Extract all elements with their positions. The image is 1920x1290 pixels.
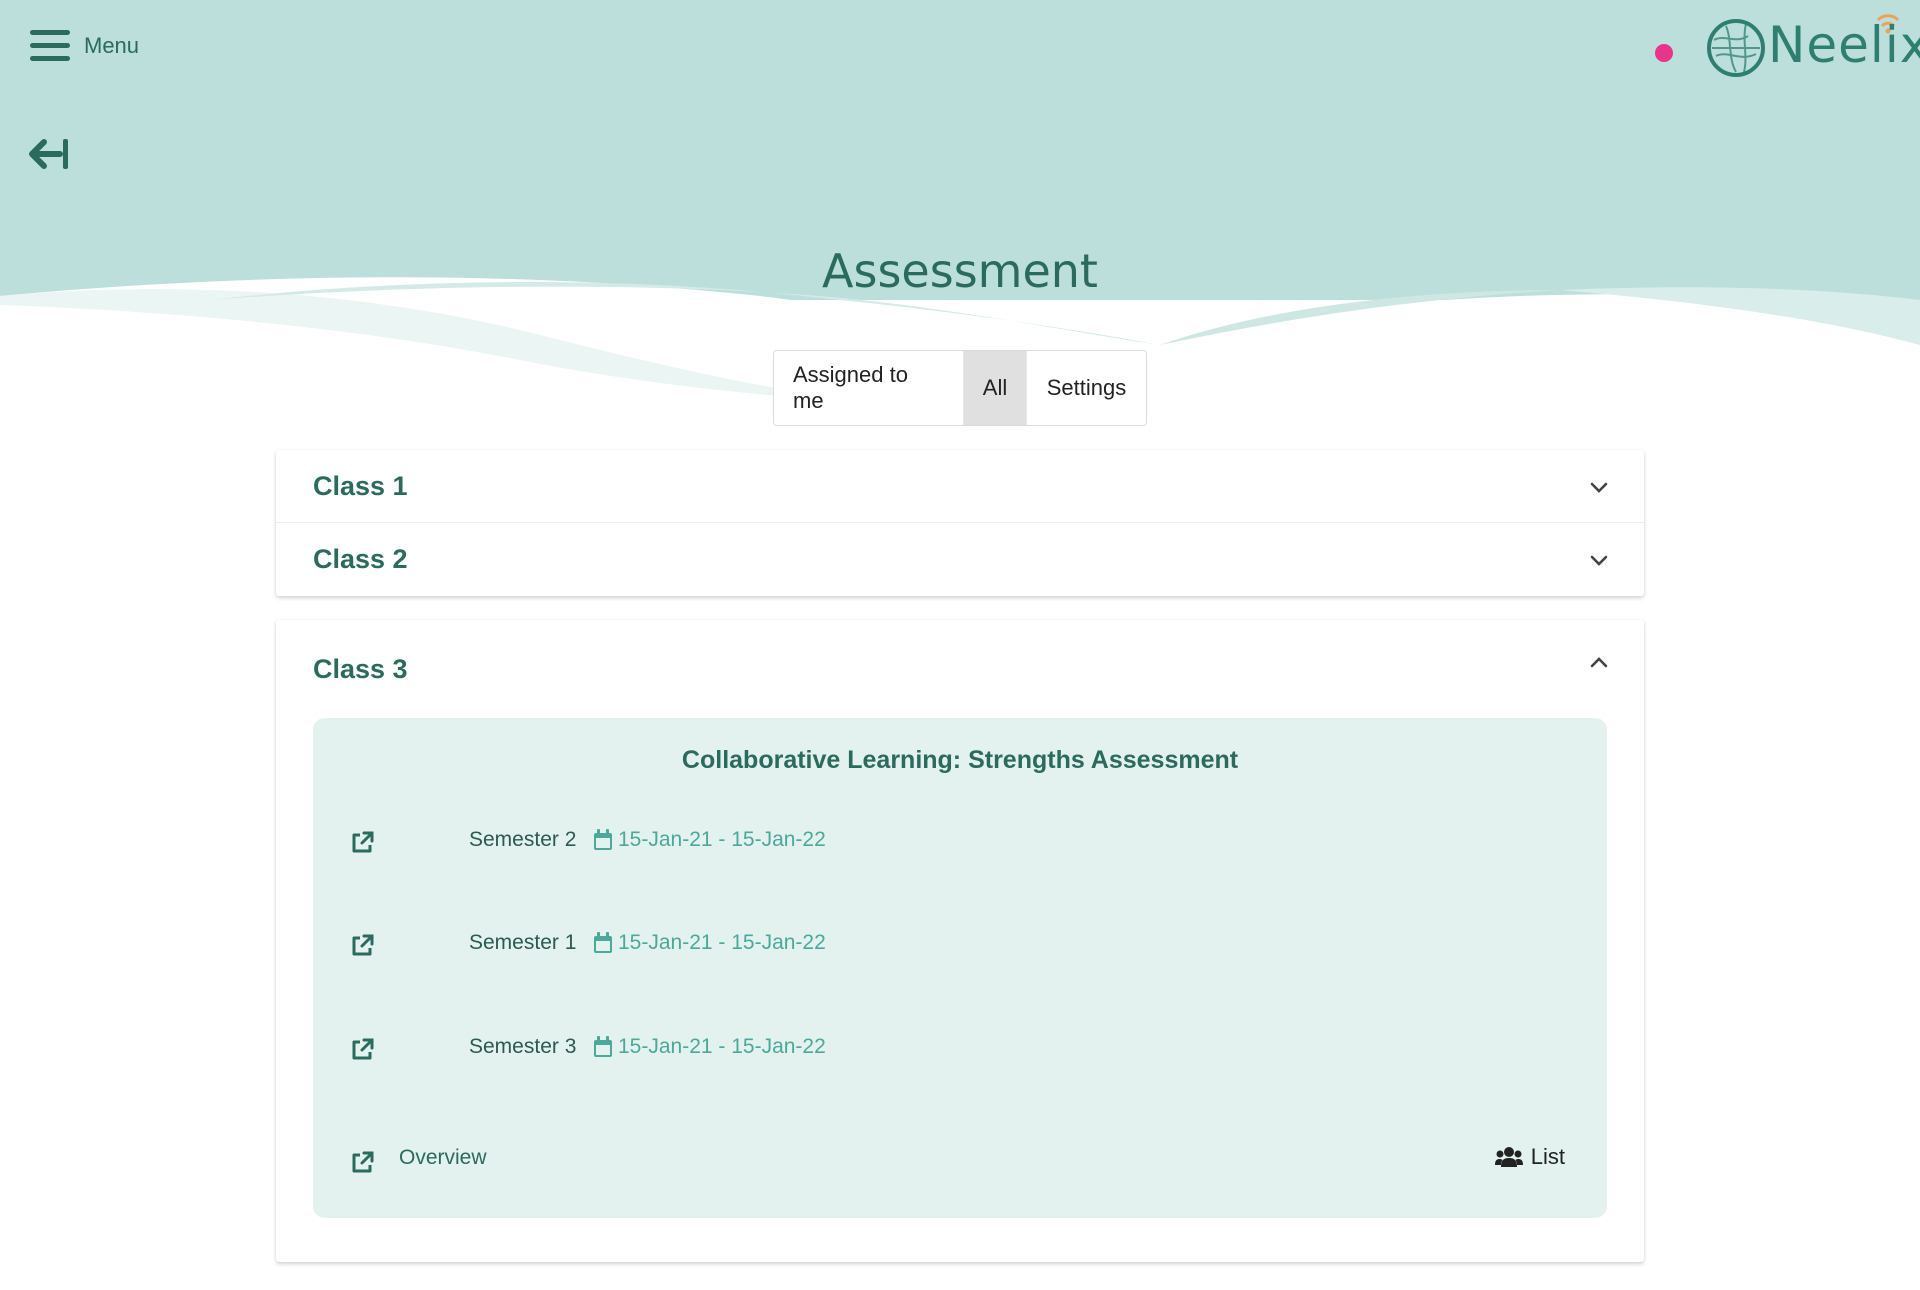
external-link-icon[interactable] [349,933,375,959]
session-row-semester-3: Semester 3 15-Jan-21 - 15-Jan-22 [313,1025,1607,1075]
session-row-semester-2: Semester 2 15-Jan-21 - 15-Jan-22 [313,818,1607,868]
list-button[interactable]: List [1494,1144,1565,1170]
accordion-class-3-card: Class 3 Collaborative Learning: Strength… [276,620,1644,1262]
overview-link[interactable]: Overview [399,1146,487,1170]
status-dot [1655,44,1673,62]
overview-row: Overview List [313,1138,1607,1188]
chevron-up-icon [1590,657,1608,668]
session-link[interactable]: Semester 1 [469,931,576,955]
accordion-class-3[interactable]: Class 3 [276,620,1644,718]
session-dates: 15-Jan-21 - 15-Jan-22 [618,1035,826,1058]
arrow-to-left-icon[interactable] [28,136,70,172]
accordion-title: Class 2 [313,543,408,574]
calendar-icon [594,1036,612,1057]
view-tabs: Assigned to me All Settings [773,350,1147,426]
tab-assigned-to-me[interactable]: Assigned to me [774,351,963,425]
tab-settings[interactable]: Settings [1026,351,1146,425]
page-title: Assessment [822,244,1098,298]
session-link[interactable]: Semester 3 [469,1035,576,1059]
logo-text: Neelix [1768,16,1920,74]
class-accordion-group: Class 1 Class 2 [276,450,1644,596]
external-link-icon[interactable] [349,830,375,856]
assessment-page: Menu Neelix Assessment Assigned to me Al… [0,0,1920,1290]
session-row-semester-1: Semester 1 15-Jan-21 - 15-Jan-22 [313,921,1607,971]
accordion-title: Class 1 [313,470,408,501]
calendar-icon [594,932,612,953]
chevron-down-icon [1590,555,1608,566]
list-label: List [1530,1144,1565,1169]
hamburger-icon [30,28,70,64]
external-link-icon[interactable] [349,1037,375,1063]
chevron-down-icon [1590,482,1608,493]
calendar-icon [594,829,612,850]
tab-all[interactable]: All [963,351,1026,425]
session-link[interactable]: Semester 2 [469,828,576,852]
external-link-icon[interactable] [349,1150,375,1176]
menu-label: Menu [84,33,140,58]
session-dates: 15-Jan-21 - 15-Jan-22 [618,931,826,954]
users-icon [1494,1147,1523,1167]
session-dates: 15-Jan-21 - 15-Jan-22 [618,828,826,851]
accordion-class-2[interactable]: Class 2 [276,523,1644,595]
assessment-title: Collaborative Learning: Strengths Assess… [681,746,1239,774]
assessment-panel: Collaborative Learning: Strengths Assess… [313,718,1607,1218]
menu-button[interactable]: Menu [30,28,139,64]
accordion-title: Class 3 [313,653,408,684]
accordion-class-1[interactable]: Class 1 [276,450,1644,522]
